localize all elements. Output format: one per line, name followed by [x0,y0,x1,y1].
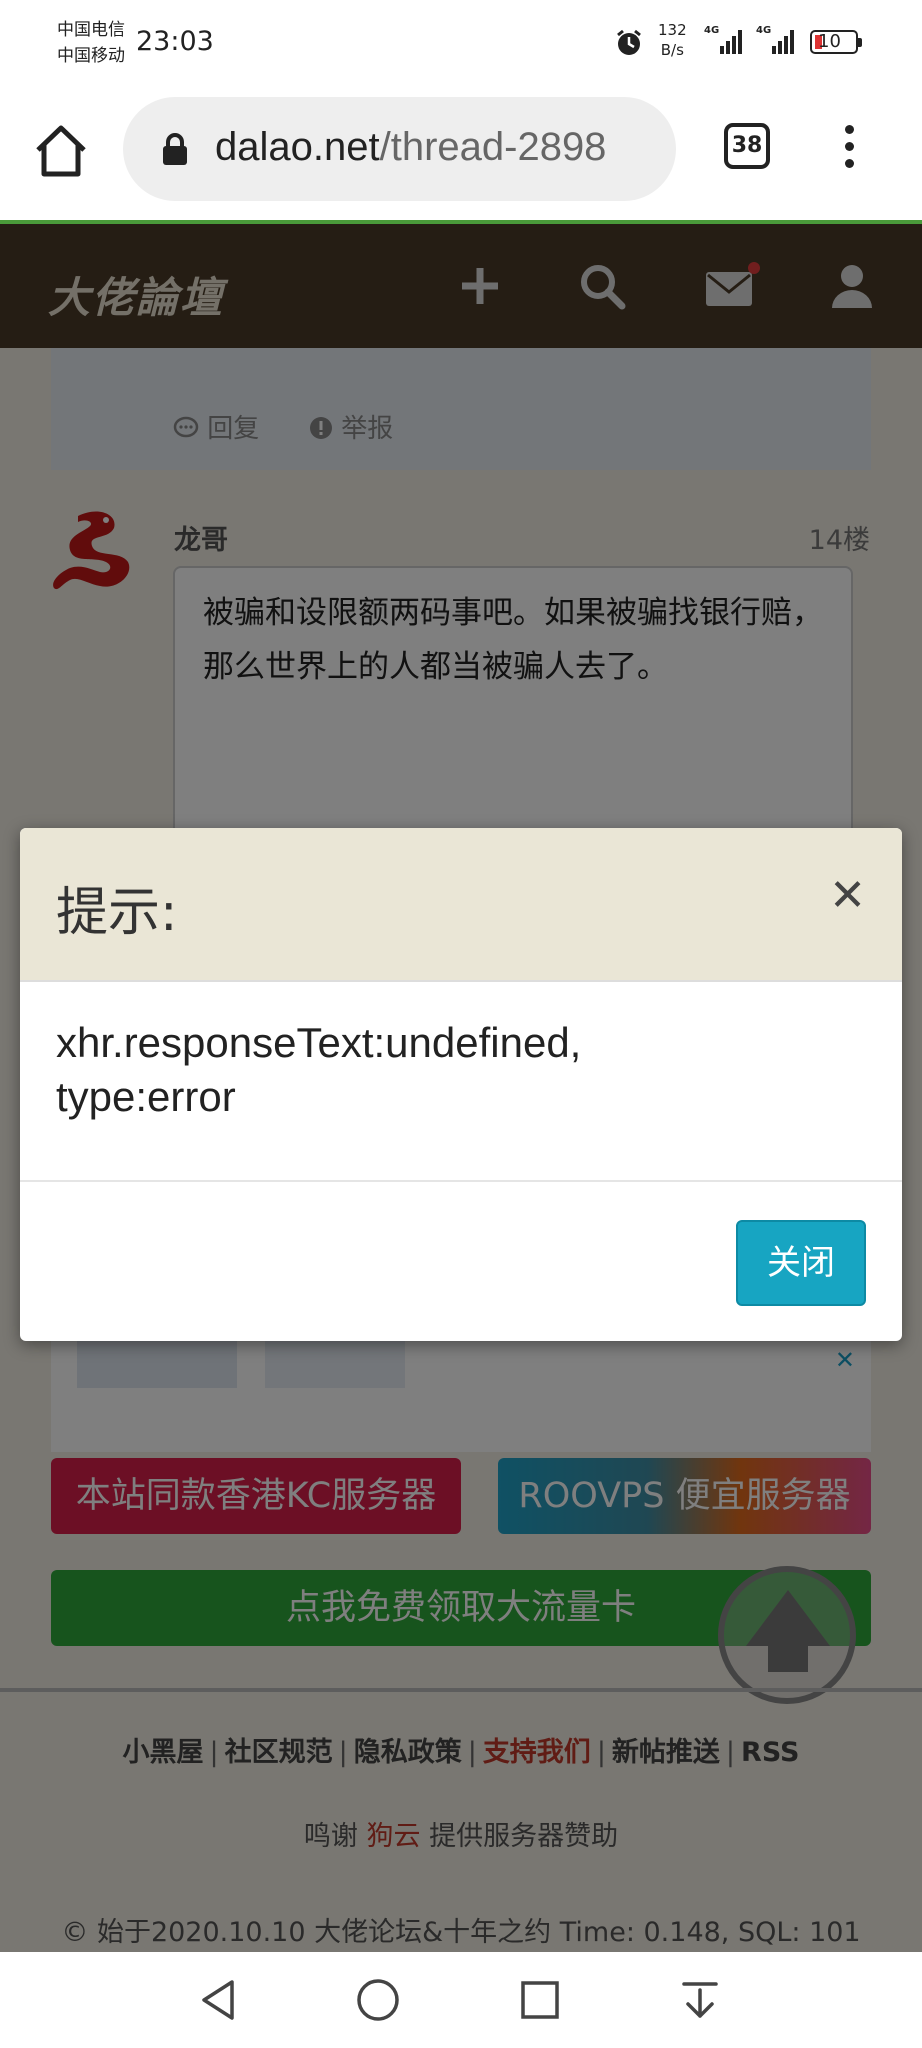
carrier-1: 中国电信 [57,20,125,40]
battery-level: 10 [818,31,841,52]
notification-nav-button[interactable] [676,1976,724,2028]
dialog-message: xhr.responseText:undefined, type:error [56,1016,866,1124]
net-speed-value: 132 [658,21,687,39]
pull-down-icon [682,1982,718,2018]
recents-square-icon [521,1981,559,2019]
dialog-title: 提示: [56,883,178,943]
dialog-header: 提示: ✕ [20,828,902,982]
back-triangle-icon [202,1980,234,2020]
close-button[interactable]: 关闭 [736,1220,866,1306]
address-bar[interactable]: dalao.net/thread-2898 [123,97,676,201]
signal-2-label: 4G [756,25,772,36]
dialog-message-line: type:error [56,1073,236,1120]
url-domain: dalao.net [215,125,380,169]
signal-1-label: 4G [704,25,720,36]
back-nav-button[interactable] [196,1976,244,2028]
home-nav-button[interactable] [354,1976,402,2028]
dialog-message-line: xhr.responseText:undefined, [56,1019,582,1066]
system-nav-bar [0,1952,922,2048]
carrier-2: 中国移动 [57,46,125,66]
url-text: dalao.net/thread-2898 [215,125,606,170]
close-icon[interactable]: ✕ [829,870,866,921]
home-button[interactable] [30,120,92,182]
signal-icon-2: 4G [756,25,800,60]
tabs-button[interactable]: 38 [724,123,770,169]
lock-icon [161,132,189,170]
home-circle-icon [357,1979,399,2021]
recents-nav-button[interactable] [516,1976,564,2028]
signal-icon-1: 4G [704,25,748,60]
alert-dialog: 提示: ✕ xhr.responseText:undefined, type:e… [20,828,902,1341]
net-speed-unit: B/s [660,41,684,59]
url-path: /thread-2898 [379,125,607,169]
more-menu-button[interactable] [834,120,864,180]
browser-toolbar: dalao.net/thread-2898 38 [0,90,922,220]
home-icon [36,125,86,177]
dialog-footer: 关闭 [20,1180,902,1341]
alarm-icon [614,28,644,62]
clock: 23:03 [136,26,214,57]
battery-icon: 10 [810,30,862,54]
status-bar: 中国电信 中国移动 23:03 132 B/s 4G 4G 10 [0,0,922,90]
network-speed: 132 B/s [658,20,687,60]
